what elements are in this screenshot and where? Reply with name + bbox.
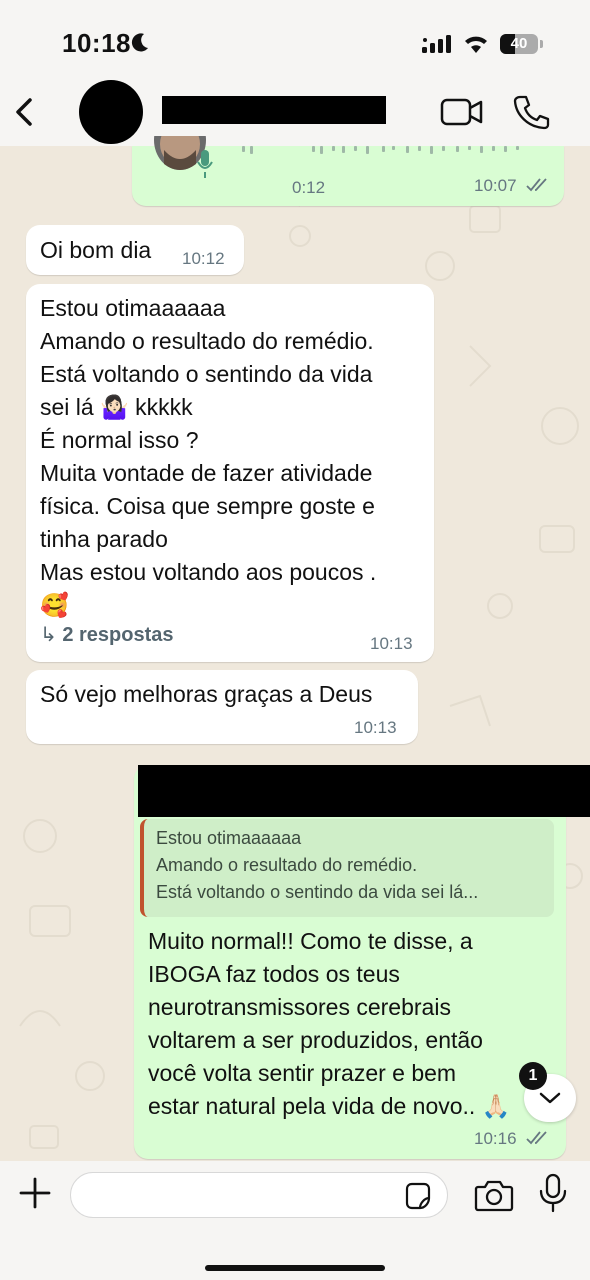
message-time: 10:13 xyxy=(354,718,397,737)
message-time: 10:07 xyxy=(474,176,517,195)
voice-duration: 0:12 xyxy=(292,178,326,197)
mic-icon xyxy=(197,150,213,178)
replies-count: 2 respostas xyxy=(62,624,174,646)
outgoing-message[interactable]: Estou otimaaaaaa Amando o resultado do r… xyxy=(134,765,566,1159)
contact-avatar[interactable] xyxy=(79,80,143,144)
signal-icon xyxy=(422,35,451,53)
status-time: 10:18 xyxy=(62,28,131,58)
status-bar: 10:18 40 xyxy=(0,0,590,80)
battery-level: 40 xyxy=(510,35,528,52)
quoted-line: Está voltando o sentindo da vida sei lá.… xyxy=(156,882,479,902)
incoming-message[interactable]: Oi bom dia 10:12 xyxy=(26,225,244,275)
waveform xyxy=(242,146,519,154)
replies-link[interactable]: ↳ 2 respostas xyxy=(40,622,174,647)
chat-header xyxy=(0,80,590,146)
incoming-message[interactable]: Estou otimaaaaaa Amando o resultado do r… xyxy=(26,284,434,662)
chevron-down-icon xyxy=(539,1092,561,1104)
quoted-message[interactable]: Estou otimaaaaaa Amando o resultado do r… xyxy=(140,819,554,917)
video-call-icon[interactable] xyxy=(440,96,484,128)
read-receipt-icon xyxy=(526,1131,547,1145)
message-text: Estou otimaaaaaa Amando o resultado do r… xyxy=(40,295,377,618)
battery-icon: 40 xyxy=(500,34,538,54)
voice-message-bubble[interactable]: 0:12 10:07 xyxy=(132,136,564,206)
incoming-message[interactable]: Só vejo melhoras graças a Deus 10:13 xyxy=(26,670,418,744)
message-time: 10:13 xyxy=(370,634,413,653)
moon-icon xyxy=(131,33,148,52)
wifi-icon xyxy=(465,36,487,53)
battery-tip xyxy=(540,40,543,48)
back-icon[interactable] xyxy=(10,94,40,130)
home-indicator xyxy=(205,1265,385,1271)
message-time: 10:16 xyxy=(474,1129,517,1148)
unread-badge: 1 xyxy=(519,1062,547,1090)
sticker-icon[interactable] xyxy=(403,1181,433,1211)
composer-bar xyxy=(0,1161,590,1280)
quoted-line: Estou otimaaaaaa xyxy=(156,828,302,848)
message-text: Só vejo melhoras graças a Deus xyxy=(40,681,373,707)
contact-name[interactable] xyxy=(162,96,386,124)
redacted-sender-block xyxy=(138,765,590,817)
quoted-line: Amando o resultado do remédio. xyxy=(156,855,418,875)
read-receipt-icon xyxy=(526,178,547,192)
reply-arrow-icon: ↳ xyxy=(40,624,63,646)
message-input[interactable] xyxy=(70,1172,448,1218)
microphone-icon[interactable] xyxy=(538,1173,568,1213)
message-time: 10:12 xyxy=(182,249,225,268)
camera-icon[interactable] xyxy=(474,1178,514,1212)
phone-call-icon[interactable] xyxy=(512,94,550,130)
message-text: Muito normal!! Como te disse, a IBOGA fa… xyxy=(148,928,511,1119)
plus-icon[interactable] xyxy=(18,1176,52,1210)
